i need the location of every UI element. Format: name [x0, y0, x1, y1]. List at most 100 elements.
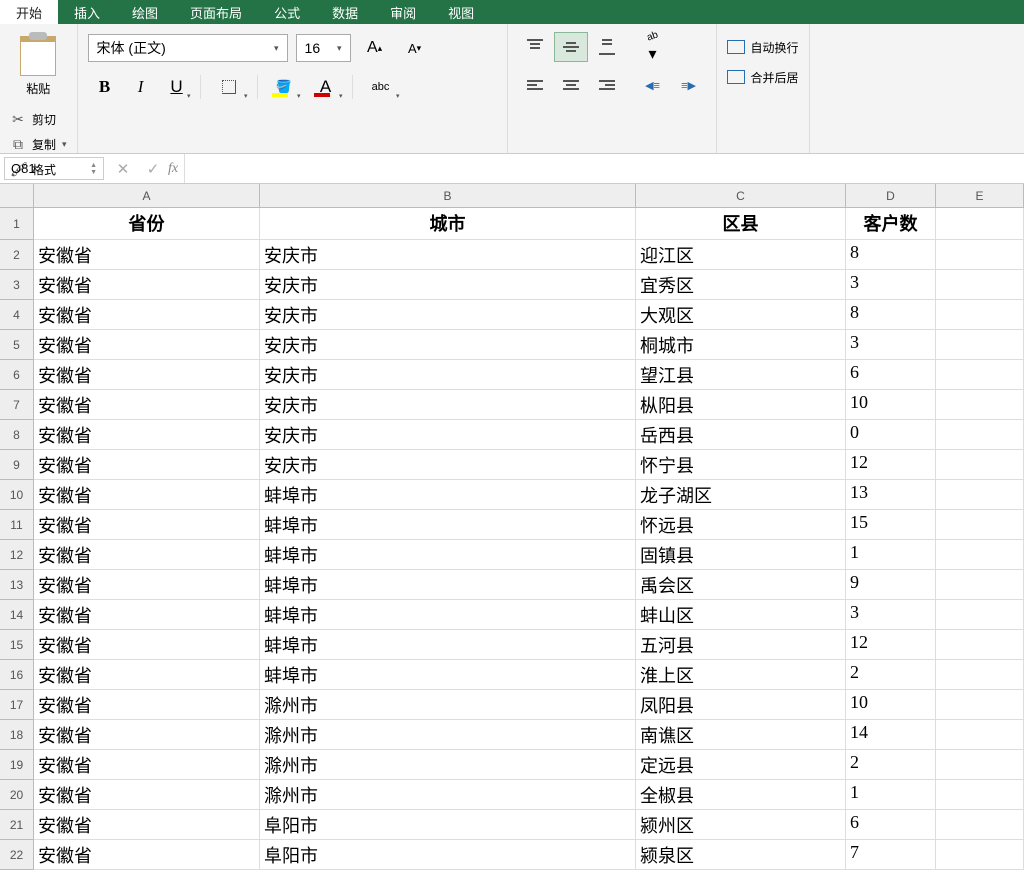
cell[interactable]: 蚌埠市: [260, 600, 636, 630]
row-header[interactable]: 12: [0, 540, 34, 570]
cell[interactable]: 宜秀区: [636, 270, 846, 300]
row-header[interactable]: 2: [0, 240, 34, 270]
increase-indent-button[interactable]: [672, 70, 706, 100]
cell[interactable]: 安庆市: [260, 420, 636, 450]
cell[interactable]: 怀宁县: [636, 450, 846, 480]
cell[interactable]: 2: [846, 660, 936, 690]
cell[interactable]: 安徽省: [34, 720, 260, 750]
accept-formula-button[interactable]: ✓: [138, 160, 168, 178]
cell[interactable]: 滁州市: [260, 690, 636, 720]
cell[interactable]: 怀远县: [636, 510, 846, 540]
tab-data[interactable]: 数据: [316, 0, 374, 24]
cell[interactable]: [936, 690, 1024, 720]
cell[interactable]: [936, 420, 1024, 450]
cell[interactable]: [936, 270, 1024, 300]
cell[interactable]: 蚌埠市: [260, 510, 636, 540]
cell[interactable]: 五河县: [636, 630, 846, 660]
cell[interactable]: [936, 780, 1024, 810]
cell[interactable]: [936, 630, 1024, 660]
cell[interactable]: 7: [846, 840, 936, 870]
copy-button[interactable]: ⧉ 复制 ▾: [10, 136, 67, 153]
decrease-font-button[interactable]: A▾: [399, 34, 431, 62]
cell[interactable]: 安庆市: [260, 390, 636, 420]
cell[interactable]: 蚌埠市: [260, 570, 636, 600]
cell[interactable]: 安庆市: [260, 330, 636, 360]
cell[interactable]: 10: [846, 390, 936, 420]
cell[interactable]: [936, 450, 1024, 480]
cell[interactable]: 蚌埠市: [260, 660, 636, 690]
cell[interactable]: 安徽省: [34, 810, 260, 840]
cell[interactable]: [936, 240, 1024, 270]
cell[interactable]: 6: [846, 360, 936, 390]
header-cell-district[interactable]: 区县: [636, 208, 846, 240]
cell[interactable]: 蚌埠市: [260, 630, 636, 660]
cell[interactable]: 岳西县: [636, 420, 846, 450]
row-header[interactable]: 8: [0, 420, 34, 450]
row-header[interactable]: 6: [0, 360, 34, 390]
cell[interactable]: 12: [846, 450, 936, 480]
cell[interactable]: 8: [846, 300, 936, 330]
cell[interactable]: 安徽省: [34, 780, 260, 810]
cell[interactable]: [936, 600, 1024, 630]
row-header[interactable]: 13: [0, 570, 34, 600]
tab-draw[interactable]: 绘图: [116, 0, 174, 24]
cell[interactable]: 南谯区: [636, 720, 846, 750]
cell[interactable]: 3: [846, 330, 936, 360]
row-header[interactable]: 20: [0, 780, 34, 810]
cell[interactable]: 安徽省: [34, 630, 260, 660]
cell[interactable]: 安徽省: [34, 360, 260, 390]
cell[interactable]: [936, 540, 1024, 570]
cell[interactable]: 阜阳市: [260, 840, 636, 870]
column-header-C[interactable]: C: [636, 184, 846, 208]
cell[interactable]: 8: [846, 240, 936, 270]
increase-font-button[interactable]: A▴: [359, 34, 391, 62]
align-left-button[interactable]: [518, 70, 552, 100]
align-bottom-button[interactable]: [590, 32, 624, 62]
underline-button[interactable]: U ▾: [160, 72, 194, 102]
cell[interactable]: 安徽省: [34, 390, 260, 420]
cell[interactable]: 安徽省: [34, 420, 260, 450]
cell[interactable]: [936, 510, 1024, 540]
cell[interactable]: 安庆市: [260, 270, 636, 300]
orientation-button[interactable]: ▾: [636, 32, 670, 62]
cell[interactable]: [936, 750, 1024, 780]
row-header[interactable]: 11: [0, 510, 34, 540]
tab-home[interactable]: 开始: [0, 0, 58, 24]
cell[interactable]: 大观区: [636, 300, 846, 330]
cell[interactable]: 滁州市: [260, 750, 636, 780]
cell[interactable]: 9: [846, 570, 936, 600]
cell[interactable]: 定远县: [636, 750, 846, 780]
tab-insert[interactable]: 插入: [58, 0, 116, 24]
decrease-indent-button[interactable]: [636, 70, 670, 100]
row-header[interactable]: 10: [0, 480, 34, 510]
row-header[interactable]: 9: [0, 450, 34, 480]
cell[interactable]: 固镇县: [636, 540, 846, 570]
cell[interactable]: 龙子湖区: [636, 480, 846, 510]
cell[interactable]: 安徽省: [34, 270, 260, 300]
cell[interactable]: [936, 810, 1024, 840]
font-name-select[interactable]: 宋体 (正文) ▾: [88, 34, 288, 62]
cell[interactable]: 安徽省: [34, 480, 260, 510]
cell[interactable]: 安徽省: [34, 300, 260, 330]
cell[interactable]: 安庆市: [260, 360, 636, 390]
row-header[interactable]: 19: [0, 750, 34, 780]
row-header[interactable]: 5: [0, 330, 34, 360]
row-header[interactable]: 7: [0, 390, 34, 420]
ruby-button[interactable]: abc ▾: [359, 72, 403, 102]
align-middle-button[interactable]: [554, 32, 588, 62]
paste-button[interactable]: 粘贴: [10, 30, 67, 97]
header-cell-province[interactable]: 省份: [34, 208, 260, 240]
header-cell-city[interactable]: 城市: [260, 208, 636, 240]
cell[interactable]: 蚌埠市: [260, 480, 636, 510]
bold-button[interactable]: B: [88, 72, 122, 102]
cell[interactable]: 安徽省: [34, 840, 260, 870]
cell[interactable]: 凤阳县: [636, 690, 846, 720]
select-all-corner[interactable]: [0, 184, 34, 208]
cell[interactable]: 安徽省: [34, 450, 260, 480]
cell[interactable]: 13: [846, 480, 936, 510]
cell[interactable]: 安徽省: [34, 510, 260, 540]
cell[interactable]: 14: [846, 720, 936, 750]
column-header-D[interactable]: D: [846, 184, 936, 208]
cell[interactable]: 安徽省: [34, 240, 260, 270]
cell[interactable]: 2: [846, 750, 936, 780]
